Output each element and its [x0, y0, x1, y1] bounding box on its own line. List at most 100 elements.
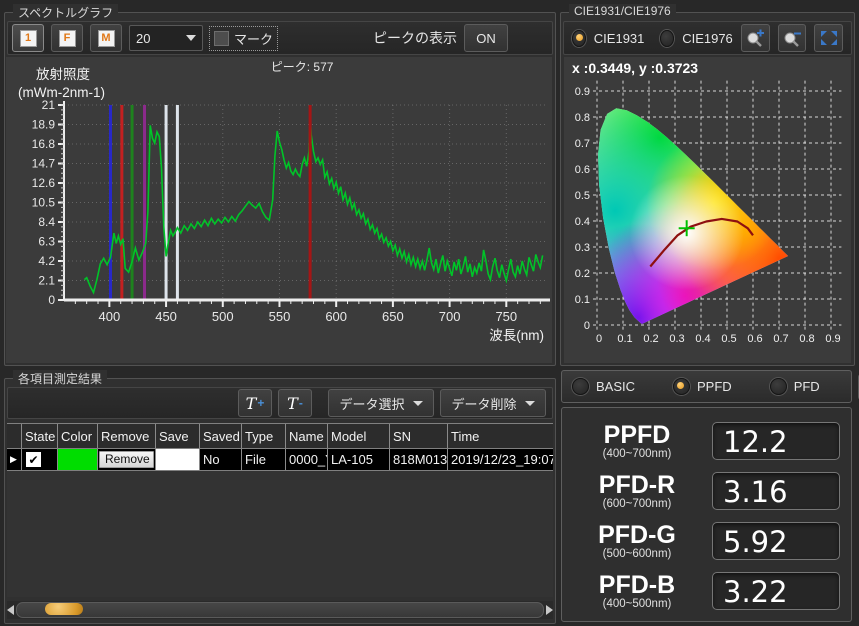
readout-range: (400~700nm): [562, 448, 712, 460]
expand-arrows-icon: [820, 30, 838, 46]
sn-cell: 818M0132: [390, 449, 448, 470]
mode-radio-basic[interactable]: BASIC: [572, 378, 635, 395]
readout-label-block: PFD-G(500~600nm): [562, 522, 712, 560]
readout-label-block: PFD-R(600~700nm): [562, 472, 712, 510]
spectrum-panel: スペクトルグラフ 1 F M 20 マーク ピークの表示 ON 02.14.26…: [4, 12, 556, 366]
state-cell[interactable]: ✔: [22, 449, 58, 470]
readout-range: (600~700nm): [562, 498, 712, 510]
radio-label: BASIC: [596, 379, 635, 394]
readout-row-pfd-b: PFD-B(400~500nm)3.22: [562, 571, 851, 611]
cie-panel: CIE1931/CIE1976 CIE1931 CIE1976: [560, 12, 855, 366]
scrollbar-track[interactable]: [16, 602, 544, 618]
svg-text:6.3: 6.3: [38, 235, 55, 249]
color-cell[interactable]: [58, 449, 98, 470]
svg-text:750: 750: [495, 309, 517, 324]
table-row[interactable]: ▶✔RemoveNoFile0000_YLA-105818M01322019/1…: [7, 449, 553, 471]
readout-label-block: PFD-B(400~500nm): [562, 572, 712, 610]
row-selector-header[interactable]: [7, 424, 22, 448]
mark-checkbox[interactable]: マーク: [210, 27, 277, 50]
radio-circle[interactable]: [770, 378, 787, 395]
view-m-button[interactable]: M: [90, 24, 122, 52]
fit-view-button[interactable]: [814, 24, 843, 52]
cie1931-radio[interactable]: [572, 30, 586, 47]
scrollbar-thumb[interactable]: [45, 603, 83, 615]
svg-text:0.6: 0.6: [747, 333, 762, 345]
saved-cell: No: [200, 449, 242, 470]
column-header-color[interactable]: Color: [58, 424, 98, 448]
svg-text:0.1: 0.1: [617, 333, 632, 345]
readout-range: (500~600nm): [562, 548, 712, 560]
cie-coordinates-text: x :0.3449, y :0.3723: [564, 57, 851, 76]
svg-text:0.8: 0.8: [575, 112, 590, 124]
average-select[interactable]: 20: [129, 25, 203, 51]
view-m-icon: M: [98, 30, 115, 47]
save-cell[interactable]: [156, 449, 200, 470]
column-header-remove[interactable]: Remove: [98, 424, 156, 448]
radio-label: PPFD: [697, 379, 732, 394]
column-header-model[interactable]: Model: [328, 424, 390, 448]
readout-label: PFD-B: [562, 572, 712, 598]
cie-diagram: 000.10.10.20.20.30.30.40.40.50.50.60.60.…: [564, 76, 849, 356]
svg-text:0.7: 0.7: [773, 333, 788, 345]
remove-button[interactable]: Remove: [99, 451, 154, 468]
svg-text:0.6: 0.6: [575, 164, 590, 176]
data-select-button[interactable]: データ選択: [328, 389, 434, 417]
svg-text:(mWm-2nm-1): (mWm-2nm-1): [18, 85, 105, 100]
scroll-left-icon[interactable]: [7, 605, 14, 615]
peak-display-on-button[interactable]: ON: [464, 24, 508, 52]
column-header-name[interactable]: Name: [286, 424, 328, 448]
plus-icon: +: [257, 396, 264, 410]
data-select-label: データ選択: [339, 394, 404, 413]
column-header-type[interactable]: Type: [242, 424, 286, 448]
results-panel-title: 各項目測定結果: [13, 370, 107, 387]
cie-chart-area: x :0.3449, y :0.3723 000.10.10.20.20.30.…: [564, 57, 851, 363]
readout-range: (400~500nm): [562, 598, 712, 610]
svg-text:450: 450: [155, 309, 177, 324]
state-checkbox[interactable]: ✔: [25, 451, 42, 468]
radio-circle[interactable]: [673, 378, 690, 395]
chevron-down-icon: [413, 401, 423, 406]
column-header-saved[interactable]: Saved: [200, 424, 242, 448]
mark-checkbox-box[interactable]: [214, 31, 229, 46]
view-1-button[interactable]: 1: [12, 24, 44, 52]
cie-toolbar: CIE1931 CIE1976: [563, 21, 852, 55]
magnifier-plus-icon: [745, 29, 765, 47]
svg-text:18.9: 18.9: [32, 118, 56, 132]
data-delete-button[interactable]: データ削除: [440, 389, 546, 417]
column-header-time[interactable]: Time: [448, 424, 553, 448]
svg-text:0.4: 0.4: [695, 333, 710, 345]
magnifier-minus-icon: [782, 29, 802, 47]
spectrum-toolbar: 1 F M 20 マーク ピークの表示 ON: [7, 21, 553, 55]
svg-text:0.3: 0.3: [575, 242, 590, 254]
remove-text-button[interactable]: T-: [278, 389, 312, 417]
mode-radio-bar: BASIC PPFD PFD: [561, 370, 852, 403]
row-selector-icon[interactable]: ▶: [7, 449, 22, 470]
view-f-button[interactable]: F: [51, 24, 83, 52]
scroll-right-icon[interactable]: [546, 605, 553, 615]
svg-text:放射照度: 放射照度: [36, 67, 90, 82]
readout-value: 5.92: [712, 522, 840, 560]
cie1976-radio-label: CIE1976: [682, 31, 733, 46]
column-header-save[interactable]: Save: [156, 424, 200, 448]
radio-label: PFD: [794, 379, 820, 394]
zoom-in-button[interactable]: [741, 24, 770, 52]
cie1931-radio-label: CIE1931: [594, 31, 645, 46]
cie-horseshoe: [564, 76, 849, 356]
svg-text:0.9: 0.9: [575, 86, 590, 98]
svg-text:10.5: 10.5: [32, 196, 56, 210]
radio-circle[interactable]: [572, 378, 589, 395]
horizontal-scrollbar[interactable]: [7, 601, 553, 619]
svg-text:650: 650: [382, 309, 404, 324]
readout-label: PFD-R: [562, 472, 712, 498]
add-text-button[interactable]: T+: [238, 389, 272, 417]
mode-radio-pfd[interactable]: PFD: [770, 378, 820, 395]
column-header-sn[interactable]: SN: [390, 424, 448, 448]
cie1976-radio[interactable]: [660, 30, 674, 47]
chevron-down-icon: [186, 35, 196, 41]
average-select-value: 20: [136, 31, 150, 46]
svg-text:2.1: 2.1: [38, 274, 55, 288]
svg-text:400: 400: [99, 309, 121, 324]
column-header-state[interactable]: State: [22, 424, 58, 448]
mode-radio-ppfd[interactable]: PPFD: [673, 378, 732, 395]
zoom-out-button[interactable]: [778, 24, 807, 52]
